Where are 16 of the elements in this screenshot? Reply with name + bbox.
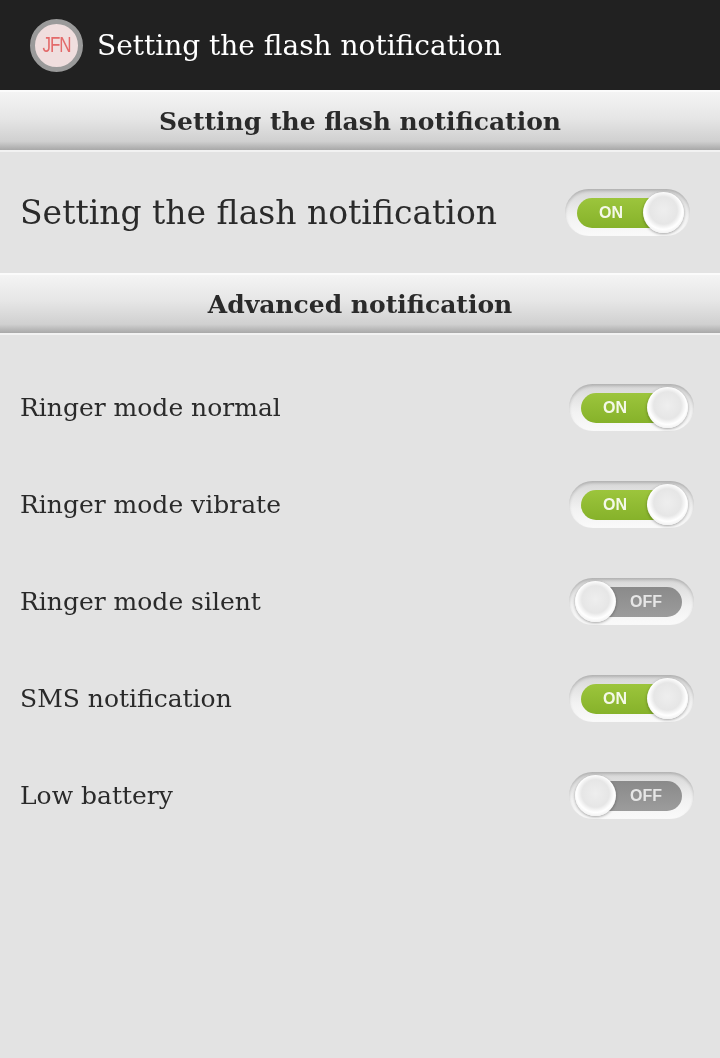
app-title: Setting the flash notification bbox=[97, 28, 502, 62]
setting-label: SMS notification bbox=[20, 684, 232, 713]
setting-label: Ringer mode vibrate bbox=[20, 490, 281, 519]
toggle-switch[interactable]: OFF bbox=[569, 772, 694, 819]
toggle-switch[interactable]: ON bbox=[569, 675, 694, 722]
setting-label: Setting the flash notification bbox=[20, 193, 498, 232]
toggle-switch[interactable]: ON bbox=[565, 189, 690, 236]
toggle-switch[interactable]: ON bbox=[569, 481, 694, 528]
setting-label: Ringer mode normal bbox=[20, 393, 281, 422]
section-header: Advanced notification bbox=[0, 273, 720, 335]
setting-label: Ringer mode silent bbox=[20, 587, 261, 616]
app-logo-icon: JFN bbox=[30, 18, 83, 72]
toggle-switch[interactable]: OFF bbox=[569, 578, 694, 625]
setting-label: Low battery bbox=[20, 781, 173, 810]
section-header: Setting the flash notification bbox=[0, 90, 720, 152]
toggle-switch[interactable]: ON bbox=[569, 384, 694, 431]
